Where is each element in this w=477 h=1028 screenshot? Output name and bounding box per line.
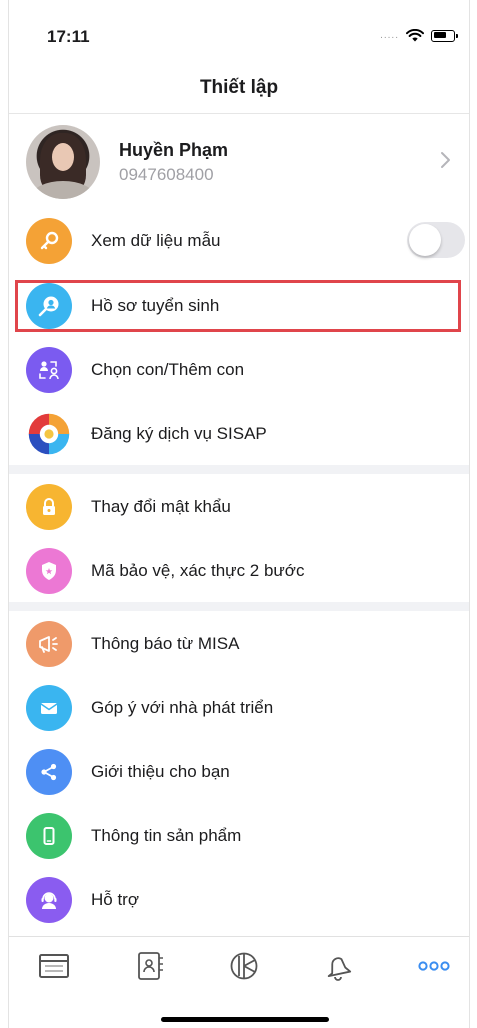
tab-reports[interactable] <box>227 949 261 983</box>
section-separator <box>9 602 469 611</box>
key-icon <box>26 218 72 264</box>
menu-item-support[interactable]: Hỗ trợ <box>9 867 469 931</box>
menu-item-label: Thông báo từ MISA <box>91 634 240 653</box>
navigation-header: Thiết lập <box>9 62 469 114</box>
menu-item-sisap[interactable]: Đăng ký dịch vụ SISAP <box>9 401 469 465</box>
menu-item-sample-data[interactable]: Xem dữ liệu mẫu <box>9 208 469 272</box>
battery-icon <box>431 29 458 42</box>
menu-item-change-password[interactable]: Thay đổi mật khẩu <box>9 474 469 538</box>
browser-icon <box>39 954 69 978</box>
profile-row[interactable]: Huyền Phạm 0947608400 <box>9 120 469 204</box>
menu-item-label: Góp ý với nhà phát triển <box>91 698 274 717</box>
menu-item-label: Chọn con/Thêm con <box>91 360 245 379</box>
bell-icon <box>327 957 352 981</box>
page-title: Thiết lập <box>199 76 279 98</box>
toggle-knob <box>409 224 441 256</box>
menu-item-product-info[interactable]: Thông tin sản phẩm <box>9 803 469 867</box>
menu-item-label: Giới thiệu cho bạn <box>91 762 230 781</box>
menu-item-label: Mã bảo vệ, xác thực 2 bước <box>91 561 305 580</box>
switch-users-icon <box>26 347 72 393</box>
menu-item-misa-news[interactable]: Thông báo từ MISA <box>9 611 469 675</box>
app-frame: 17:11 ..... Thiết lập Huyền Phạm 0947608… <box>8 0 470 1028</box>
share-icon <box>26 749 72 795</box>
status-bar: 17:11 ..... <box>9 20 469 54</box>
contacts-icon <box>138 952 163 980</box>
menu-item-label: Hỗ trợ <box>91 890 139 909</box>
highlight-box <box>15 280 461 332</box>
menu-item-label: Đăng ký dịch vụ SISAP <box>91 424 267 443</box>
section-separator <box>9 465 469 474</box>
status-icons: ..... <box>380 29 458 42</box>
home-indicator <box>161 1017 329 1022</box>
menu-item-select-child[interactable]: Chọn con/Thêm con <box>9 337 469 401</box>
mail-icon <box>26 685 72 731</box>
tab-notifications[interactable] <box>321 949 355 983</box>
tab-home[interactable] <box>37 949 71 983</box>
phone-icon <box>26 813 72 859</box>
menu-item-two-factor[interactable]: Mã bảo vệ, xác thực 2 bước <box>9 538 469 602</box>
wifi-icon <box>406 29 424 42</box>
shield-icon <box>26 548 72 594</box>
chevron-right-icon <box>441 152 450 168</box>
sample-data-toggle[interactable] <box>407 222 465 258</box>
tab-bar <box>9 936 469 994</box>
menu-item-label: Thay đổi mật khẩu <box>91 497 231 516</box>
sisap-logo-icon <box>26 411 72 457</box>
profile-phone: 0947608400 <box>119 165 214 184</box>
signal-icon: ..... <box>380 30 399 41</box>
tab-contacts[interactable] <box>133 949 167 983</box>
lock-icon <box>26 484 72 530</box>
support-agent-icon <box>26 877 72 923</box>
status-time: 17:11 <box>47 27 90 46</box>
megaphone-icon <box>26 621 72 667</box>
chart-icon <box>230 952 258 980</box>
menu-item-label: Thông tin sản phẩm <box>91 826 242 845</box>
profile-name: Huyền Phạm <box>119 140 229 160</box>
menu-item-label: Xem dữ liệu mẫu <box>91 231 221 250</box>
menu-item-share[interactable]: Giới thiệu cho bạn <box>9 739 469 803</box>
more-icon <box>418 961 450 971</box>
menu-item-feedback[interactable]: Góp ý với nhà phát triển <box>9 675 469 739</box>
avatar <box>26 125 100 199</box>
tab-more[interactable] <box>417 949 451 983</box>
